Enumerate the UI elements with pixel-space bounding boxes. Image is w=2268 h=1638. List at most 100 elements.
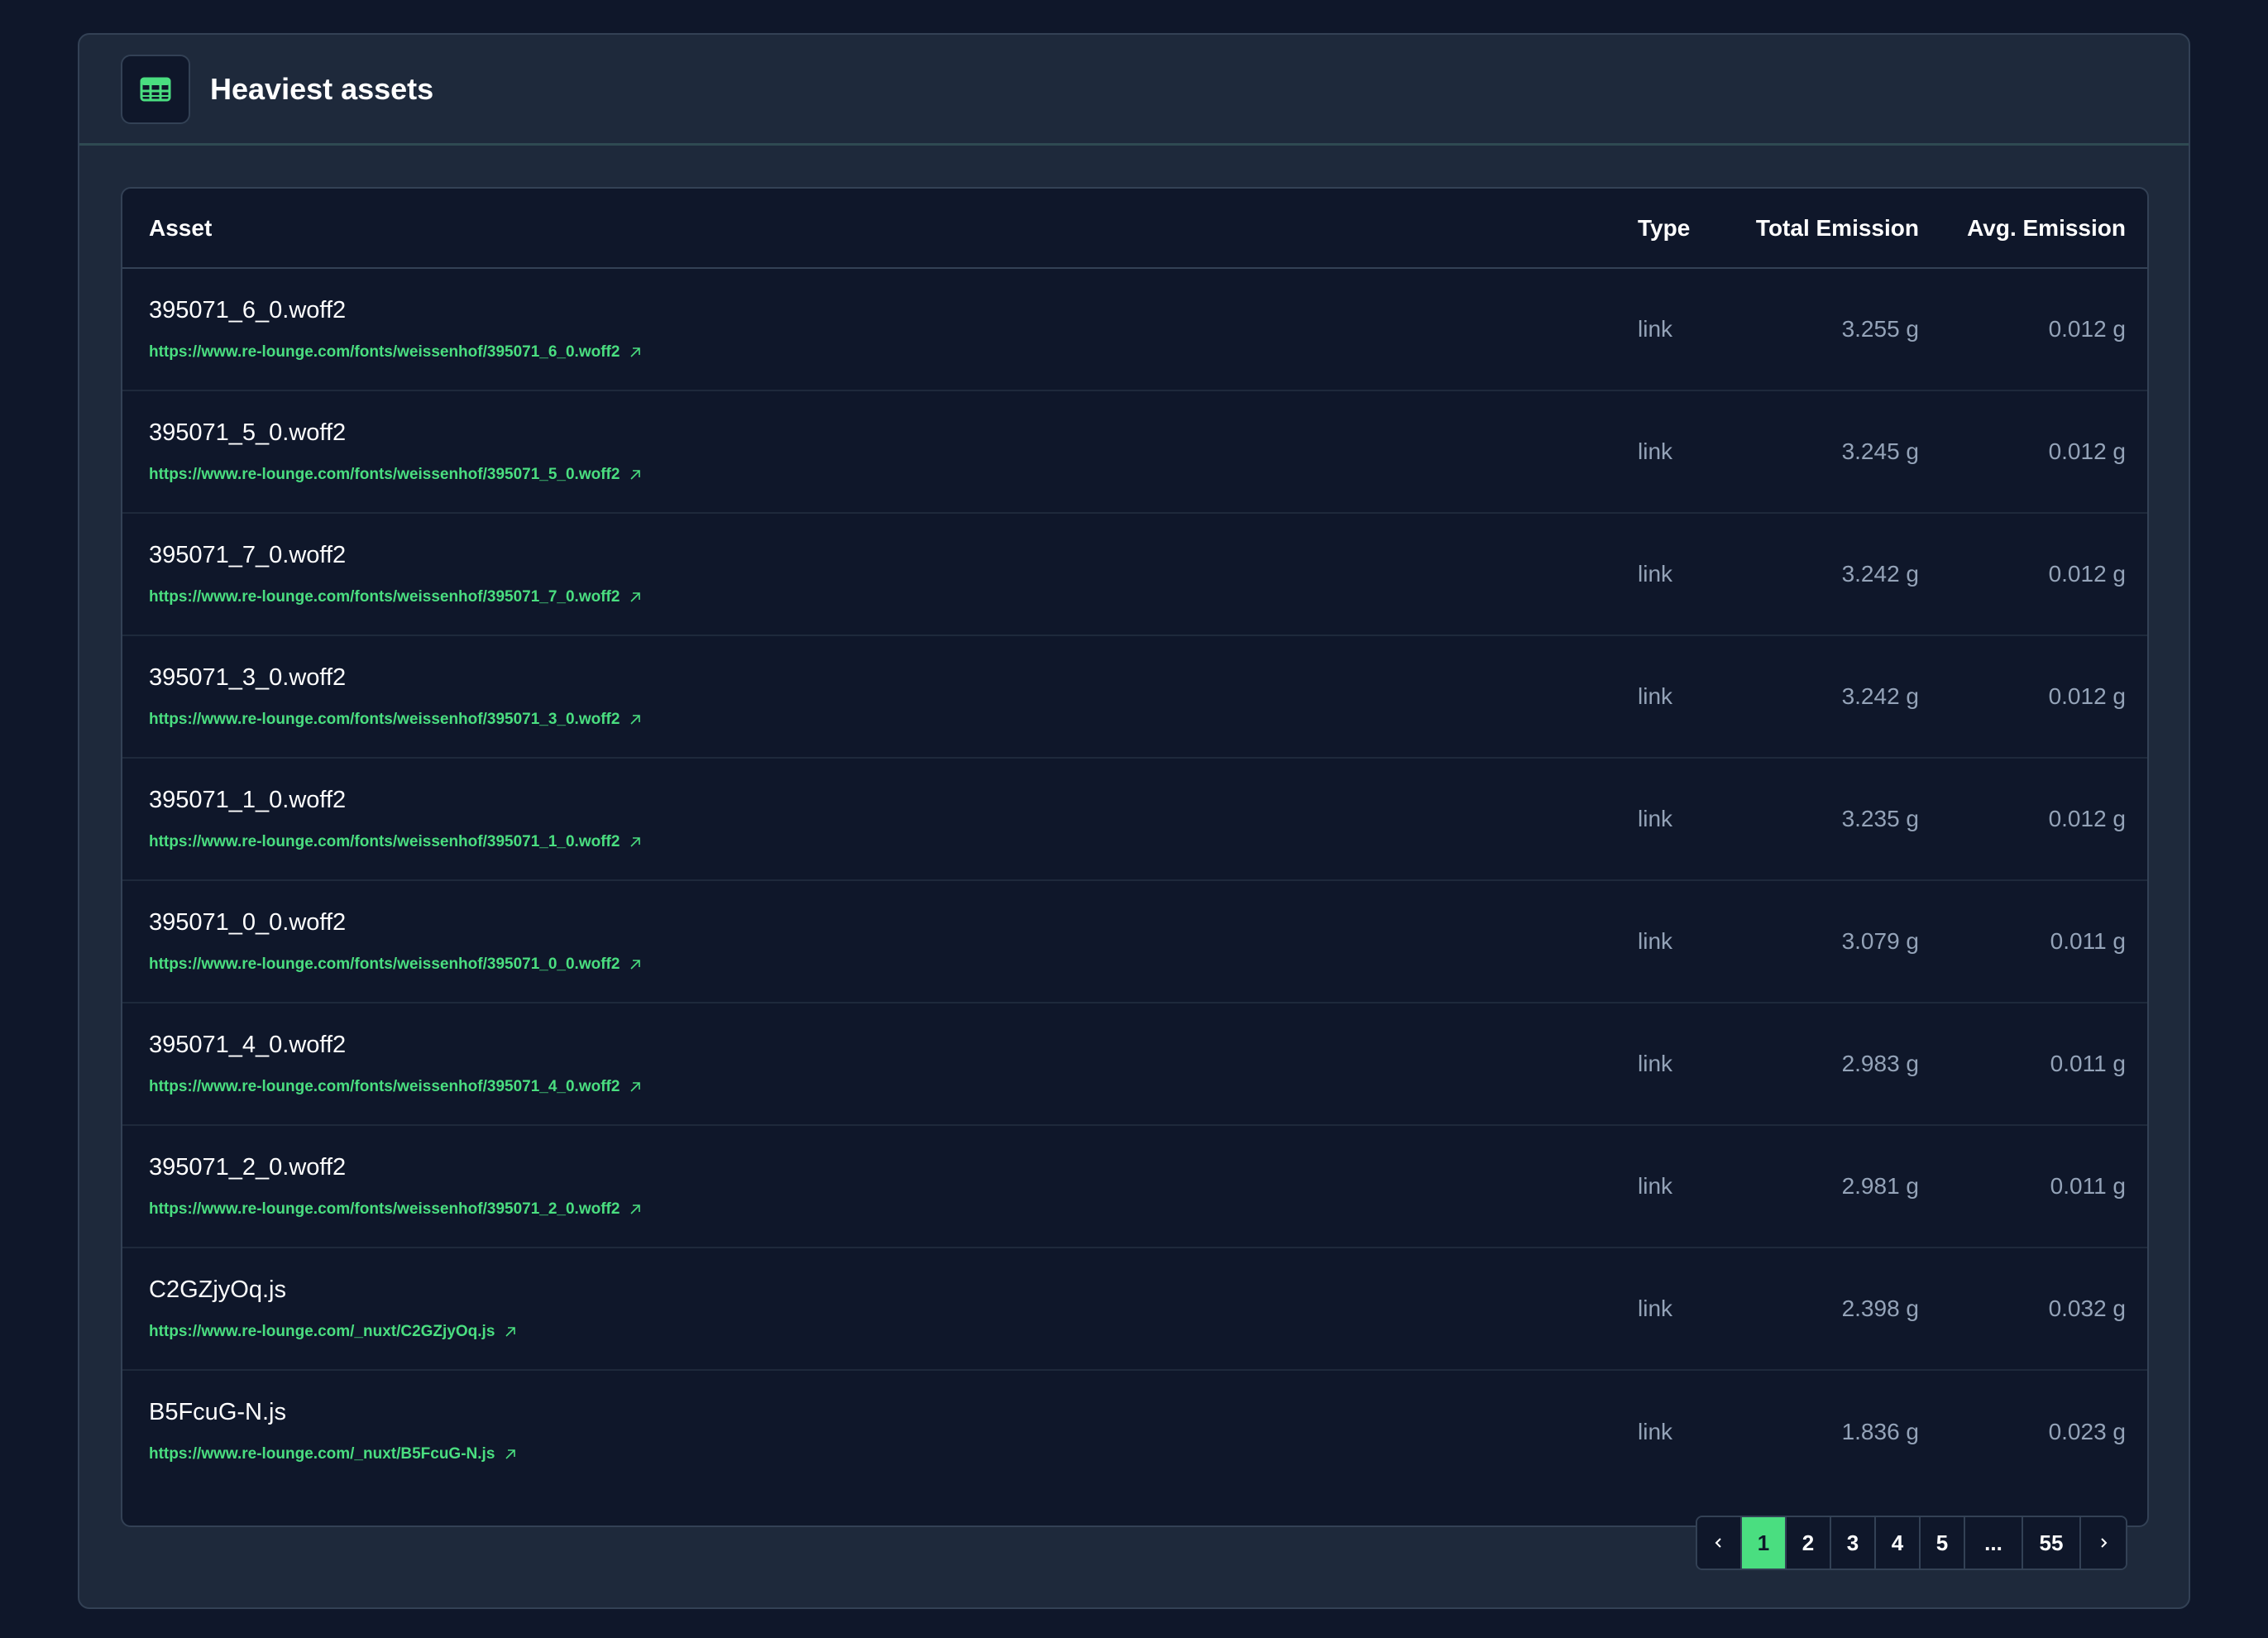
external-link-icon — [630, 469, 641, 480]
asset-url-link[interactable]: https://www.re-lounge.com/fonts/weissenh… — [149, 1078, 643, 1096]
external-link-icon — [630, 714, 641, 725]
avg-emission-cell: 0.012 g — [2048, 806, 2126, 831]
asset-cell: 395071_7_0.woff2 https://www.re-lounge.c… — [122, 513, 1638, 635]
asset-name: 395071_0_0.woff2 — [149, 908, 347, 936]
external-link-icon — [505, 1326, 516, 1337]
asset-url-text: https://www.re-lounge.com/fonts/weissenh… — [149, 832, 620, 850]
avg-emission-cell: 0.032 g — [2048, 1296, 2126, 1321]
page-button-4[interactable]: 4 — [1876, 1517, 1921, 1569]
type-cell: link — [1638, 316, 1673, 342]
page-button-3[interactable]: 3 — [1831, 1517, 1876, 1569]
asset-name: 395071_3_0.woff2 — [149, 663, 347, 691]
type-cell: link — [1638, 438, 1673, 464]
avg-emission-cell: 0.012 g — [2048, 561, 2126, 587]
type-cell: link — [1638, 561, 1673, 587]
asset-url-text: https://www.re-lounge.com/fonts/weissenh… — [149, 342, 620, 361]
asset-url-link[interactable]: https://www.re-lounge.com/_nuxt/B5FcuG-N… — [149, 1445, 518, 1463]
asset-url-link[interactable]: https://www.re-lounge.com/fonts/weissenh… — [149, 466, 643, 484]
asset-url-text: https://www.re-lounge.com/_nuxt/C2GZjyOq… — [149, 1322, 495, 1340]
external-link-icon — [630, 959, 641, 970]
total-emission-cell: 2.983 g — [1841, 1051, 1919, 1076]
table-header-row: Asset Type Total Emission Avg. Emission — [122, 189, 2147, 268]
asset-name: C2GZjyOq.js — [149, 1276, 286, 1303]
asset-url-link[interactable]: https://www.re-lounge.com/fonts/weissenh… — [149, 833, 643, 851]
asset-url-text: https://www.re-lounge.com/fonts/weissenh… — [149, 1077, 620, 1095]
external-link-icon — [630, 836, 641, 847]
total-emission-cell: 2.398 g — [1841, 1296, 1919, 1321]
asset-name: 395071_5_0.woff2 — [149, 419, 347, 446]
asset-url-text: https://www.re-lounge.com/_nuxt/B5FcuG-N… — [149, 1445, 495, 1463]
assets-table-container: Asset Type Total Emission Avg. Emission … — [121, 187, 2149, 1527]
asset-url-text: https://www.re-lounge.com/fonts/weissenh… — [149, 587, 620, 606]
table-row: 395071_7_0.woff2 https://www.re-lounge.c… — [122, 513, 2147, 635]
asset-cell: 395071_4_0.woff2 https://www.re-lounge.c… — [122, 1003, 1638, 1125]
asset-name: 395071_2_0.woff2 — [149, 1153, 347, 1181]
asset-url-link[interactable]: https://www.re-lounge.com/_nuxt/C2GZjyOq… — [149, 1323, 518, 1341]
card-title: Heaviest assets — [210, 71, 434, 106]
asset-url-text: https://www.re-lounge.com/fonts/weissenh… — [149, 1200, 620, 1218]
asset-url-link[interactable]: https://www.re-lounge.com/fonts/weissenh… — [149, 711, 643, 729]
total-emission-cell: 3.242 g — [1841, 683, 1919, 709]
external-link-icon — [630, 1081, 641, 1092]
asset-cell: 395071_0_0.woff2 https://www.re-lounge.c… — [122, 880, 1638, 1003]
table-icon — [121, 54, 190, 124]
type-cell: link — [1638, 1296, 1673, 1321]
asset-name: 395071_7_0.woff2 — [149, 541, 347, 568]
total-emission-cell: 3.245 g — [1841, 438, 1919, 464]
table-row: 395071_6_0.woff2 https://www.re-lounge.c… — [122, 268, 2147, 390]
asset-cell: 395071_2_0.woff2 https://www.re-lounge.c… — [122, 1125, 1638, 1248]
table-row: 395071_5_0.woff2 https://www.re-lounge.c… — [122, 390, 2147, 513]
prev-page-button[interactable] — [1697, 1517, 1742, 1569]
type-cell: link — [1638, 1051, 1673, 1076]
asset-cell: 395071_5_0.woff2 https://www.re-lounge.c… — [122, 390, 1638, 513]
total-emission-cell: 3.079 g — [1841, 928, 1919, 954]
avg-emission-cell: 0.012 g — [2048, 316, 2126, 342]
asset-cell: B5FcuG-N.js https://www.re-lounge.com/_n… — [122, 1370, 1638, 1492]
assets-table: Asset Type Total Emission Avg. Emission … — [122, 189, 2147, 1492]
table-row: 395071_1_0.woff2 https://www.re-lounge.c… — [122, 758, 2147, 880]
asset-name: 395071_6_0.woff2 — [149, 296, 347, 323]
asset-cell: 395071_1_0.woff2 https://www.re-lounge.c… — [122, 758, 1638, 880]
table-row: 395071_0_0.woff2 https://www.re-lounge.c… — [122, 880, 2147, 1003]
next-page-button[interactable] — [2081, 1517, 2126, 1569]
total-emission-cell: 2.981 g — [1841, 1173, 1919, 1199]
page-button-1[interactable]: 1 — [1742, 1517, 1787, 1569]
asset-name: B5FcuG-N.js — [149, 1399, 286, 1425]
total-emission-cell: 1.836 g — [1841, 1418, 1919, 1444]
column-header-asset: Asset — [149, 214, 213, 241]
asset-url-link[interactable]: https://www.re-lounge.com/fonts/weissenh… — [149, 343, 643, 362]
avg-emission-cell: 0.012 g — [2048, 683, 2126, 709]
column-header-type: Type — [1638, 214, 1691, 241]
table-row: B5FcuG-N.js https://www.re-lounge.com/_n… — [122, 1370, 2147, 1492]
pagination: 1 2 3 4 5... 55 — [1696, 1516, 2127, 1570]
total-emission-cell: 3.235 g — [1841, 806, 1919, 831]
asset-name: 395071_1_0.woff2 — [149, 786, 347, 813]
external-link-icon — [630, 1204, 641, 1214]
asset-url-link[interactable]: https://www.re-lounge.com/fonts/weissenh… — [149, 1200, 643, 1219]
table-row: 395071_3_0.woff2 https://www.re-lounge.c… — [122, 635, 2147, 758]
total-emission-cell: 3.255 g — [1841, 316, 1919, 342]
table-row: 395071_4_0.woff2 https://www.re-lounge.c… — [122, 1003, 2147, 1125]
heaviest-assets-card: Heaviest assets Asset Type Total Emissio… — [78, 33, 2190, 1609]
avg-emission-cell: 0.023 g — [2048, 1418, 2126, 1444]
table-row: C2GZjyOq.js https://www.re-lounge.com/_n… — [122, 1248, 2147, 1370]
asset-name: 395071_4_0.woff2 — [149, 1031, 347, 1058]
page-ellipsis: ... — [1965, 1517, 2023, 1569]
chevron-left-icon — [1711, 1530, 1726, 1556]
card-header: Heaviest assets — [79, 35, 2189, 146]
external-link-icon — [630, 592, 641, 602]
asset-url-link[interactable]: https://www.re-lounge.com/fonts/weissenh… — [149, 588, 643, 606]
page-button-55[interactable]: 55 — [2023, 1517, 2081, 1569]
type-cell: link — [1638, 1173, 1673, 1199]
type-cell: link — [1638, 1418, 1673, 1444]
page-button-5[interactable]: 5 — [1921, 1517, 1965, 1569]
type-cell: link — [1638, 928, 1673, 954]
avg-emission-cell: 0.011 g — [2050, 1173, 2126, 1199]
total-emission-cell: 3.242 g — [1841, 561, 1919, 587]
page-button-2[interactable]: 2 — [1787, 1517, 1831, 1569]
external-link-icon — [505, 1449, 516, 1459]
asset-url-link[interactable]: https://www.re-lounge.com/fonts/weissenh… — [149, 956, 643, 974]
asset-cell: C2GZjyOq.js https://www.re-lounge.com/_n… — [122, 1248, 1638, 1370]
asset-url-text: https://www.re-lounge.com/fonts/weissenh… — [149, 955, 620, 973]
column-header-avg-emission: Avg. Emission — [1967, 214, 2126, 241]
